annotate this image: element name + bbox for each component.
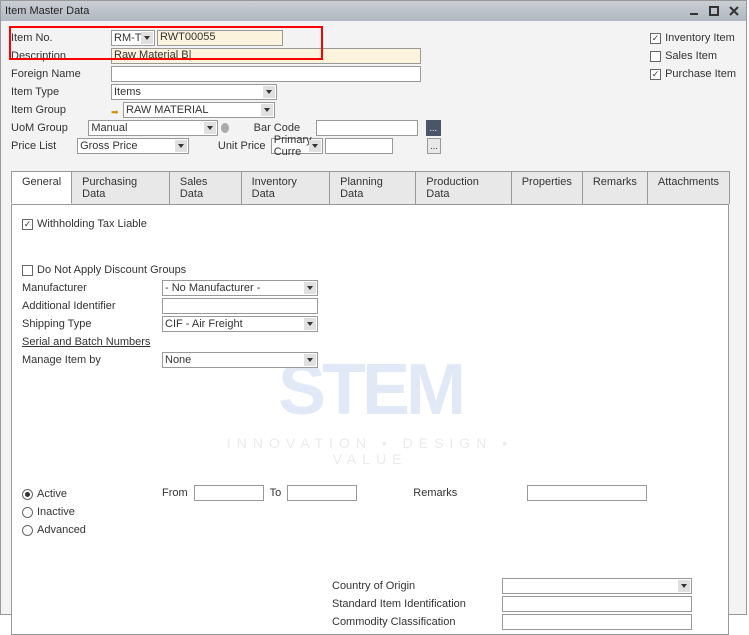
minimize-button[interactable] [686, 4, 702, 18]
item-type-label: Item Type [11, 86, 111, 98]
unit-price-currency-combo[interactable]: Primary Curre [271, 138, 323, 154]
chevron-down-icon [304, 354, 316, 366]
active-radio[interactable] [22, 489, 33, 500]
item-type-combo[interactable]: Items [111, 84, 277, 100]
purchase-item-label: Purchase Item [665, 68, 736, 80]
std-item-id-input[interactable] [502, 596, 692, 612]
serial-batch-link[interactable]: Serial and Batch Numbers [22, 336, 162, 348]
withholding-label: Withholding Tax Liable [37, 218, 147, 230]
foreign-name-label: Foreign Name [11, 68, 111, 80]
chevron-down-icon [204, 122, 216, 134]
no-discount-label: Do Not Apply Discount Groups [37, 264, 186, 276]
barcode-label: Bar Code [254, 122, 316, 134]
manufacturer-label: Manufacturer [22, 282, 162, 294]
withholding-checkbox[interactable] [22, 219, 33, 230]
description-label: Description [11, 50, 111, 62]
tab-planning[interactable]: Planning Data [329, 171, 416, 204]
chevron-down-icon [304, 282, 316, 294]
tab-production[interactable]: Production Data [415, 171, 511, 204]
description-input[interactable]: Raw Material B| [111, 48, 421, 64]
manage-item-combo[interactable]: None [162, 352, 318, 368]
inventory-item-label: Inventory Item [665, 32, 735, 44]
commodity-label: Commodity Classification [332, 616, 502, 628]
sales-item-label: Sales Item [665, 50, 717, 62]
general-panel: STEM INNOVATION • DESIGN • VALUE Withhol… [11, 205, 729, 635]
chevron-down-icon [678, 580, 690, 592]
additional-id-input[interactable] [162, 298, 318, 314]
inventory-item-checkbox[interactable] [650, 33, 661, 44]
inactive-label: Inactive [37, 506, 75, 518]
std-item-id-label: Standard Item Identification [332, 598, 502, 610]
manufacturer-combo[interactable]: - No Manufacturer - [162, 280, 318, 296]
tab-inventory[interactable]: Inventory Data [241, 171, 330, 204]
chevron-down-icon [141, 32, 153, 44]
country-origin-combo[interactable] [502, 578, 692, 594]
uom-detail-icon[interactable] [221, 123, 229, 133]
to-input[interactable] [287, 485, 357, 501]
advanced-label: Advanced [37, 524, 86, 536]
item-no-prefix-combo[interactable]: RM-TB [111, 30, 155, 46]
item-group-combo[interactable]: RAW MATERIAL [123, 102, 275, 118]
commodity-input[interactable] [502, 614, 692, 630]
chevron-down-icon [309, 140, 321, 152]
barcode-browse-button[interactable]: ... [426, 120, 441, 136]
unit-price-input[interactable] [325, 138, 393, 154]
no-discount-checkbox[interactable] [22, 265, 33, 276]
remarks-label: Remarks [413, 487, 457, 499]
uom-group-label: UoM Group [11, 122, 88, 134]
barcode-input[interactable] [316, 120, 418, 136]
tab-properties[interactable]: Properties [511, 171, 583, 204]
chevron-down-icon [263, 86, 275, 98]
titlebar: Item Master Data [1, 1, 746, 21]
tab-remarks[interactable]: Remarks [582, 171, 648, 204]
unit-price-label: Unit Price [218, 140, 271, 152]
unit-price-browse-button[interactable]: ... [427, 138, 441, 154]
price-list-combo[interactable]: Gross Price [77, 138, 189, 154]
tabs: General Purchasing Data Sales Data Inven… [11, 171, 729, 205]
price-list-label: Price List [11, 140, 77, 152]
tab-general[interactable]: General [11, 171, 72, 204]
tab-purchasing[interactable]: Purchasing Data [71, 171, 170, 204]
country-origin-label: Country of Origin [332, 580, 502, 592]
tab-attachments[interactable]: Attachments [647, 171, 730, 204]
from-input[interactable] [194, 485, 264, 501]
sales-item-checkbox[interactable] [650, 51, 661, 62]
item-no-input[interactable]: RWT00055 [157, 30, 283, 46]
active-label: Active [37, 488, 67, 500]
remarks-input[interactable] [527, 485, 647, 501]
window-title: Item Master Data [5, 5, 686, 17]
close-button[interactable] [726, 4, 742, 18]
from-label: From [162, 487, 188, 499]
uom-group-combo[interactable]: Manual [88, 120, 218, 136]
tab-sales[interactable]: Sales Data [169, 171, 242, 204]
link-arrow-icon[interactable] [111, 106, 123, 114]
chevron-down-icon [304, 318, 316, 330]
advanced-radio[interactable] [22, 525, 33, 536]
item-group-label: Item Group [11, 104, 111, 116]
item-no-label: Item No. [11, 32, 111, 44]
manage-item-label: Manage Item by [22, 354, 162, 366]
purchase-item-checkbox[interactable] [650, 69, 661, 80]
item-flags: Inventory Item Sales Item Purchase Item [650, 29, 736, 83]
to-label: To [270, 487, 282, 499]
shipping-type-combo[interactable]: CIF - Air Freight [162, 316, 318, 332]
additional-id-label: Additional Identifier [22, 300, 162, 312]
maximize-button[interactable] [706, 4, 722, 18]
foreign-name-input[interactable] [111, 66, 421, 82]
shipping-type-label: Shipping Type [22, 318, 162, 330]
chevron-down-icon [175, 140, 187, 152]
chevron-down-icon [261, 104, 273, 116]
inactive-radio[interactable] [22, 507, 33, 518]
